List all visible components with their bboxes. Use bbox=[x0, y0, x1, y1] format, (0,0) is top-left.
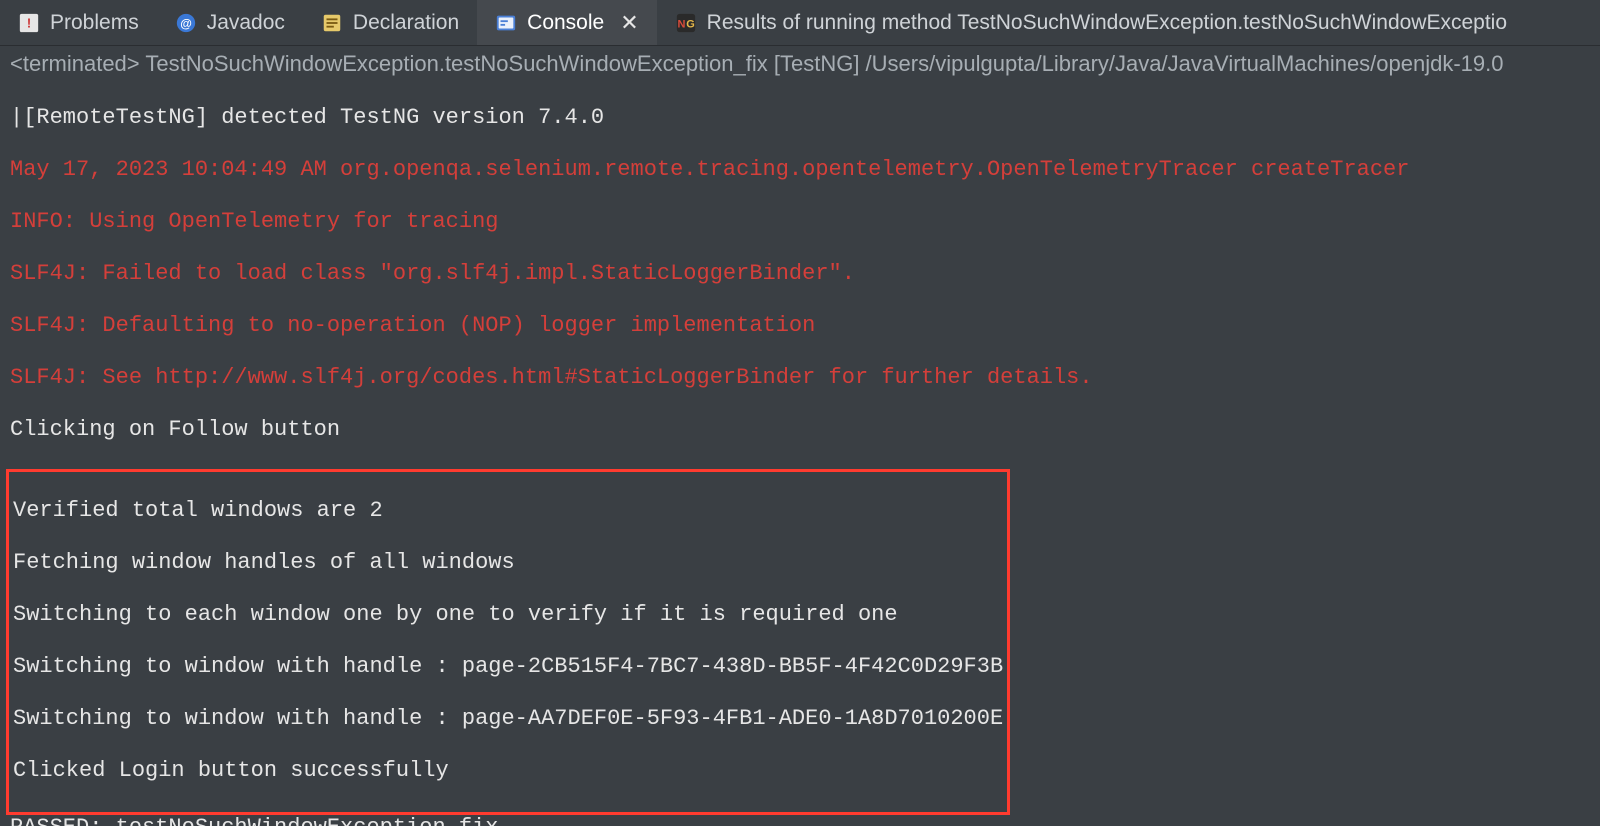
view-tabbar: ! Problems @ Javadoc Declaration bbox=[0, 0, 1600, 46]
tab-label: Results of running method TestNoSuchWind… bbox=[707, 11, 1507, 35]
tab-label: Javadoc bbox=[207, 11, 285, 35]
console-line: Verified total windows are 2 bbox=[13, 498, 1003, 524]
declaration-icon bbox=[321, 12, 343, 34]
tab-label: Declaration bbox=[353, 11, 459, 35]
console-line: Switching to window with handle : page-2… bbox=[13, 654, 1003, 680]
close-icon[interactable]: ✕ bbox=[620, 10, 638, 36]
tab-label: Problems bbox=[50, 11, 139, 35]
tab-console[interactable]: Console ✕ bbox=[477, 0, 657, 45]
console-line: Clicking on Follow button bbox=[10, 417, 1590, 443]
tab-label: Console bbox=[527, 11, 604, 35]
console-output: |[RemoteTestNG] detected TestNG version … bbox=[0, 77, 1600, 826]
console-line: INFO: Using OpenTelemetry for tracing bbox=[10, 209, 1590, 235]
console-line: SLF4J: Defaulting to no-operation (NOP) … bbox=[10, 313, 1590, 339]
javadoc-icon: @ bbox=[175, 12, 197, 34]
console-line: Fetching window handles of all windows bbox=[13, 550, 1003, 576]
highlighted-region: Verified total windows are 2 Fetching wi… bbox=[6, 469, 1010, 815]
tab-testng-results[interactable]: N G Results of running method TestNoSuch… bbox=[657, 0, 1600, 45]
launch-status: <terminated> TestNoSuchWindowException.t… bbox=[0, 46, 1600, 77]
svg-text:G: G bbox=[686, 18, 695, 30]
svg-text:!: ! bbox=[27, 15, 31, 30]
tab-problems[interactable]: ! Problems bbox=[0, 0, 157, 45]
tab-javadoc[interactable]: @ Javadoc bbox=[157, 0, 303, 45]
console-line: |[RemoteTestNG] detected TestNG version … bbox=[10, 105, 1590, 131]
console-line: PASSED: testNoSuchWindowException_fix bbox=[10, 815, 1590, 826]
tab-declaration[interactable]: Declaration bbox=[303, 0, 477, 45]
console-line: Clicked Login button successfully bbox=[13, 758, 1003, 784]
console-line: May 17, 2023 10:04:49 AM org.openqa.sele… bbox=[10, 157, 1590, 183]
console-line: Switching to each window one by one to v… bbox=[13, 602, 1003, 628]
svg-text:@: @ bbox=[180, 16, 192, 30]
console-line: SLF4J: Failed to load class "org.slf4j.i… bbox=[10, 261, 1590, 287]
testng-icon: N G bbox=[675, 12, 697, 34]
console-line: Switching to window with handle : page-A… bbox=[13, 706, 1003, 732]
problems-icon: ! bbox=[18, 12, 40, 34]
console-icon bbox=[495, 12, 517, 34]
console-line: SLF4J: See http://www.slf4j.org/codes.ht… bbox=[10, 365, 1590, 391]
svg-text:N: N bbox=[677, 18, 685, 30]
